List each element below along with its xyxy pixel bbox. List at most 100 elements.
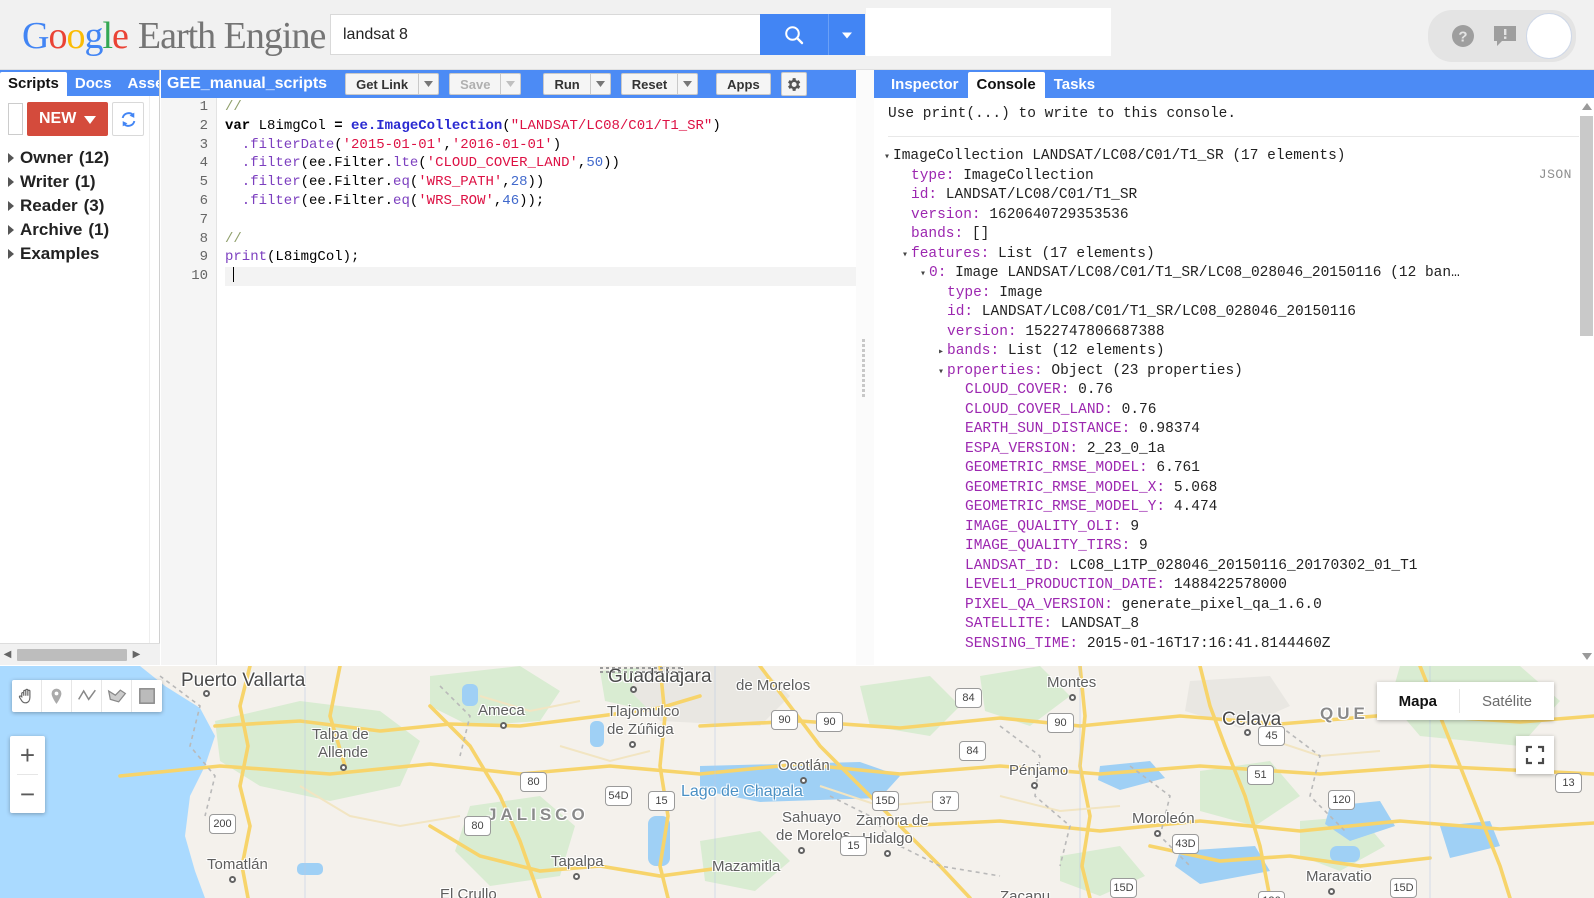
- console-row[interactable]: GEOMETRIC_RMSE_MODEL_Y: 4.474: [884, 498, 1594, 518]
- map-splitter-handle[interactable]: [598, 666, 684, 673]
- scripts-tree-item-examples[interactable]: Examples: [8, 242, 159, 266]
- marker-pin-tool[interactable]: [42, 680, 72, 712]
- pan-hand-tool[interactable]: [12, 680, 42, 712]
- sidebar-tab-assets[interactable]: Assets: [120, 72, 159, 96]
- console-row[interactable]: CLOUD_COVER_LAND: 0.76: [884, 401, 1594, 421]
- scripts-tree-item-owner[interactable]: Owner (12): [8, 146, 159, 170]
- console-row[interactable]: LANDSAT_ID: LC08_L1TP_028046_20150116_20…: [884, 557, 1594, 577]
- expand-triangle-open-icon[interactable]: ▾: [884, 148, 893, 168]
- search-dropdown-button[interactable]: [829, 14, 865, 55]
- search-input[interactable]: [330, 14, 760, 55]
- reset-dropdown[interactable]: [678, 73, 699, 95]
- sidebar-horizontal-scrollbar[interactable]: ◀ ▶: [0, 643, 160, 665]
- help-button[interactable]: ?: [1442, 15, 1484, 57]
- expand-triangle-open-icon[interactable]: ▾: [920, 265, 929, 285]
- new-script-button[interactable]: NEW: [27, 102, 109, 136]
- map-type-mapa[interactable]: Mapa: [1377, 682, 1459, 720]
- scroll-down-arrow[interactable]: [1582, 653, 1592, 660]
- code-line[interactable]: .filterDate('2015-01-01','2016-01-01'): [225, 136, 862, 155]
- console-row[interactable]: ▾ properties: Object (23 properties): [884, 362, 1594, 382]
- save-dropdown[interactable]: [501, 73, 522, 95]
- code-line[interactable]: //: [225, 98, 862, 117]
- console-row[interactable]: CLOUD_COVER: 0.76: [884, 381, 1594, 401]
- user-avatar[interactable]: [1526, 13, 1572, 59]
- code-line[interactable]: [225, 267, 862, 286]
- run-button[interactable]: Run: [543, 73, 591, 95]
- code-line[interactable]: [225, 211, 862, 230]
- console-row[interactable]: ▾ 0: Image LANDSAT/LC08/C01/T1_SR/LC08_02…: [884, 264, 1594, 284]
- console-vertical-scrollbar[interactable]: [1579, 98, 1594, 665]
- console-row[interactable]: LEVEL1_PRODUCTION_DATE: 1488422578000: [884, 576, 1594, 596]
- expand-triangle-closed-icon[interactable]: ▸: [938, 343, 947, 363]
- panel-resizer[interactable]: [856, 70, 874, 665]
- code-area[interactable]: 1 2 3 4 5 6 7 8 9 10 // var L8imgCol = ee.ImageCol…: [161, 98, 862, 665]
- expand-triangle-open-icon[interactable]: ▾: [938, 363, 947, 383]
- console-row[interactable]: SATELLITE: LANDSAT_8: [884, 615, 1594, 635]
- apps-button[interactable]: Apps: [716, 73, 771, 95]
- tab-console[interactable]: Console: [967, 72, 1045, 98]
- search-button[interactable]: [760, 14, 828, 55]
- code-line[interactable]: var L8imgCol = ee.ImageCollection("LANDS…: [225, 117, 862, 136]
- console-row[interactable]: IMAGE_QUALITY_TIRS: 9: [884, 537, 1594, 557]
- scrollbar-thumb[interactable]: [1580, 116, 1593, 336]
- console-row[interactable]: EARTH_SUN_DISTANCE: 0.98374: [884, 420, 1594, 440]
- console-row[interactable]: ▾ features: List (17 elements): [884, 245, 1594, 265]
- code-line[interactable]: //: [225, 230, 862, 249]
- tab-inspector[interactable]: Inspector: [882, 72, 968, 98]
- sidebar-vertical-scrollbar[interactable]: [149, 96, 159, 643]
- json-toggle-link[interactable]: JSON: [1539, 167, 1572, 182]
- scrollbar-track[interactable]: [1579, 98, 1594, 665]
- get-link-button[interactable]: Get Link: [345, 73, 420, 95]
- save-button[interactable]: Save: [449, 73, 502, 95]
- console-row[interactable]: SENSING_TIME: 2015-01-16T17:16:41.814446…: [884, 635, 1594, 655]
- sidebar-tab-scripts[interactable]: Scripts: [0, 72, 67, 96]
- polyline-tool[interactable]: [72, 680, 102, 712]
- tab-tasks[interactable]: Tasks: [1045, 72, 1104, 98]
- console-row[interactable]: GEOMETRIC_RMSE_MODEL: 6.761: [884, 459, 1594, 479]
- code-line[interactable]: print(L8imgCol);: [225, 248, 862, 267]
- expand-triangle-open-icon[interactable]: ▾: [902, 246, 911, 266]
- console-tree: ▾ ImageCollection LANDSAT/LC08/C01/T1_SR …: [884, 147, 1594, 654]
- rectangle-tool[interactable]: [132, 680, 162, 712]
- console-row[interactable]: type: ImageCollection: [884, 167, 1594, 187]
- run-dropdown[interactable]: [590, 73, 611, 95]
- scroll-left-arrow[interactable]: ◀: [0, 649, 15, 660]
- console-row[interactable]: ESPA_VERSION: 2_23_0_1a: [884, 440, 1594, 460]
- reset-button[interactable]: Reset: [620, 73, 679, 95]
- get-link-dropdown[interactable]: [419, 73, 440, 95]
- map-type-satellite[interactable]: Satélite: [1460, 682, 1554, 720]
- code-line[interactable]: .filter(ee.Filter.eq('WRS_PATH',28)): [225, 173, 862, 192]
- code-line[interactable]: .filter(ee.Filter.eq('WRS_ROW',46));: [225, 192, 862, 211]
- zoom-out-button[interactable]: −: [10, 775, 45, 813]
- console-row[interactable]: version: 1620640729353536: [884, 206, 1594, 226]
- console-row[interactable]: id: LANDSAT/LC08/C01/T1_SR/LC08_028046_2…: [884, 303, 1594, 323]
- console-row[interactable]: version: 1522747806687388: [884, 323, 1594, 343]
- zoom-in-button[interactable]: +: [10, 736, 45, 774]
- editor-settings-button[interactable]: [780, 72, 807, 96]
- feedback-button[interactable]: [1484, 15, 1526, 57]
- console-row[interactable]: type: Image: [884, 284, 1594, 304]
- code-token: (: [334, 136, 343, 153]
- scroll-right-arrow[interactable]: ▶: [129, 649, 144, 660]
- console-row[interactable]: id: LANDSAT/LC08/C01/T1_SR: [884, 186, 1594, 206]
- refresh-scripts-button[interactable]: [112, 102, 145, 136]
- scripts-tree-item-archive[interactable]: Archive (1): [8, 218, 159, 242]
- console-row[interactable]: GEOMETRIC_RMSE_MODEL_X: 5.068: [884, 479, 1594, 499]
- console-row[interactable]: ▾ ImageCollection LANDSAT/LC08/C01/T1_SR …: [884, 147, 1594, 167]
- sidebar-collapse-handle[interactable]: [8, 103, 23, 135]
- scripts-tree-item-writer[interactable]: Writer (1): [8, 170, 159, 194]
- map-fullscreen-button[interactable]: [1516, 736, 1554, 774]
- scroll-thumb[interactable]: [17, 648, 127, 661]
- code-content[interactable]: //var L8imgCol = ee.ImageCollection("LAN…: [217, 98, 862, 665]
- sidebar-tab-docs[interactable]: Docs: [67, 72, 120, 96]
- line-number: 5: [199, 174, 208, 191]
- scroll-up-arrow[interactable]: [1582, 103, 1592, 110]
- console-row[interactable]: bands: []: [884, 225, 1594, 245]
- code-line[interactable]: .filter(ee.Filter.lte('CLOUD_COVER_LAND'…: [225, 154, 862, 173]
- console-row[interactable]: PIXEL_QA_VERSION: generate_pixel_qa_1.6.…: [884, 596, 1594, 616]
- polygon-tool[interactable]: [102, 680, 132, 712]
- console-row[interactable]: IMAGE_QUALITY_OLI: 9: [884, 518, 1594, 538]
- scripts-tree-item-reader[interactable]: Reader (3): [8, 194, 159, 218]
- console-row[interactable]: ▸ bands: List (12 elements): [884, 342, 1594, 362]
- map-panel[interactable]: Puerto Vallarta Talpa de Allende Tomatlán Am…: [0, 666, 1594, 898]
